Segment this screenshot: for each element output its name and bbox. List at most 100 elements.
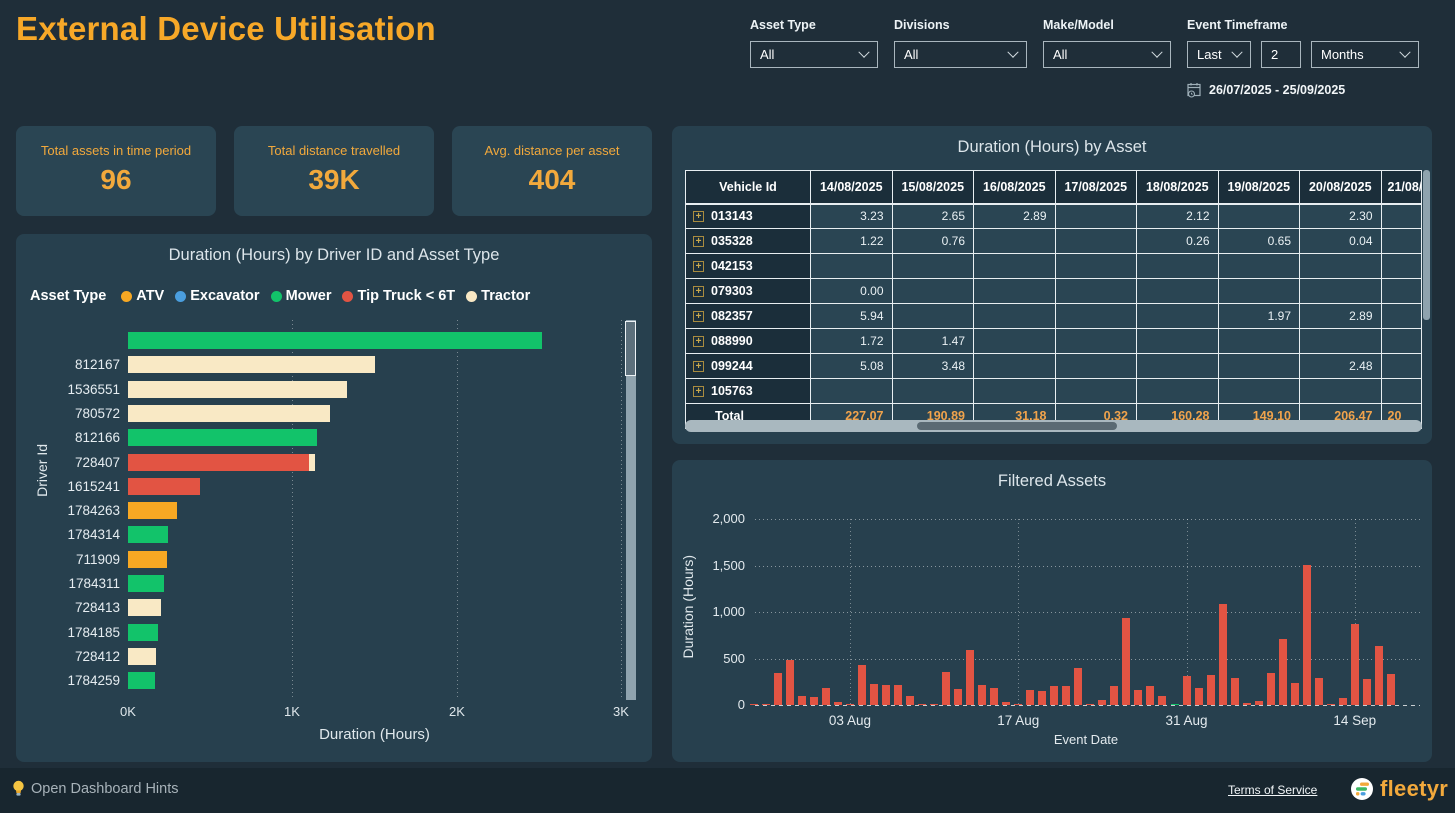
driver-bar-728413[interactable] [128, 599, 161, 616]
event-bar[interactable] [942, 672, 950, 705]
event-bar[interactable] [1062, 686, 1070, 705]
expand-row-icon[interactable]: + [693, 386, 704, 397]
column-header-18-08-2025[interactable]: 18/08/2025 [1137, 171, 1219, 204]
event-bar[interactable] [906, 696, 914, 705]
event-bar[interactable] [1255, 701, 1263, 705]
event-bar[interactable] [1387, 674, 1395, 705]
event-bar[interactable] [1183, 676, 1191, 705]
kpi-avg-distance[interactable]: Avg. distance per asset 404 [452, 126, 652, 216]
event-bar[interactable] [1231, 678, 1239, 705]
driver-chart-scrollbar[interactable] [626, 320, 636, 700]
event-bar[interactable] [1243, 703, 1251, 705]
brand-logo[interactable]: fleetyr [1350, 776, 1448, 802]
table-row-042153[interactable]: +042153 [686, 254, 1422, 279]
event-bar[interactable] [774, 673, 782, 705]
divisions-dropdown[interactable]: All [894, 41, 1027, 68]
event-bar[interactable] [1327, 704, 1335, 706]
event-bar[interactable] [1086, 704, 1094, 706]
driver-bar-728412[interactable] [128, 648, 156, 665]
column-header-16-08-2025[interactable]: 16/08/2025 [974, 171, 1056, 204]
column-header-vehicle-id[interactable]: Vehicle Id [686, 171, 811, 204]
table-vscrollbar-thumb[interactable] [1423, 170, 1430, 320]
driver-bar-728407[interactable] [128, 454, 309, 471]
event-bar[interactable] [786, 660, 794, 705]
timeframe-unit-dropdown[interactable]: Months [1311, 41, 1419, 68]
event-bar[interactable] [1098, 700, 1106, 705]
driver-bar-812166[interactable] [128, 429, 317, 446]
event-bar[interactable] [990, 688, 998, 705]
driver-bar-1784259[interactable] [128, 672, 155, 689]
event-bar[interactable] [1279, 639, 1287, 705]
event-bar[interactable] [1375, 646, 1383, 705]
event-bar[interactable] [954, 689, 962, 705]
driver-bar-1536551[interactable] [128, 381, 347, 398]
column-header-14-08-2025[interactable]: 14/08/2025 [811, 171, 893, 204]
column-header-17-08-2025[interactable]: 17/08/2025 [1055, 171, 1137, 204]
event-bar[interactable] [1171, 704, 1179, 706]
timeframe-mode-dropdown[interactable]: Last [1187, 41, 1251, 68]
table-hscrollbar-thumb[interactable] [917, 422, 1117, 430]
event-bar[interactable] [1339, 698, 1347, 705]
driver-bar-1784311[interactable] [128, 575, 164, 592]
event-bar[interactable] [798, 696, 806, 705]
table-row-013143[interactable]: +0131433.232.652.892.122.30 [686, 204, 1422, 229]
expand-row-icon[interactable]: + [693, 311, 704, 322]
terms-of-service-link[interactable]: Terms of Service [1228, 783, 1317, 797]
event-bar[interactable] [1207, 675, 1215, 705]
event-bar[interactable] [870, 684, 878, 705]
expand-row-icon[interactable]: + [693, 211, 704, 222]
expand-row-icon[interactable]: + [693, 261, 704, 272]
event-bar[interactable] [1219, 604, 1227, 705]
driver-bar-blank[interactable] [128, 332, 542, 349]
event-bar[interactable] [1026, 690, 1034, 705]
driver-bar-812167[interactable] [128, 356, 375, 373]
event-bar[interactable] [1110, 686, 1118, 705]
open-dashboard-hints-button[interactable]: Open Dashboard Hints [12, 780, 179, 797]
event-bar[interactable] [1303, 565, 1311, 705]
table-row-082357[interactable]: +0823575.941.972.89 [686, 304, 1422, 329]
event-bar[interactable] [966, 650, 974, 705]
column-header-21-08-2025[interactable]: 21/08/2025 [1381, 171, 1421, 204]
event-bar[interactable] [1363, 679, 1371, 705]
driver-bar-1784314[interactable] [128, 526, 168, 543]
event-bar[interactable] [858, 665, 866, 705]
event-bar[interactable] [930, 704, 938, 706]
table-row-035328[interactable]: +0353281.220.760.260.650.04 [686, 229, 1422, 254]
event-bar[interactable] [1014, 704, 1022, 706]
event-bar[interactable] [1315, 678, 1323, 705]
event-bar[interactable] [1267, 673, 1275, 705]
event-bar[interactable] [762, 704, 770, 706]
expand-row-icon[interactable]: + [693, 236, 704, 247]
driver-bar-780572[interactable] [128, 405, 330, 422]
driver-bar-728407[interactable] [309, 454, 315, 471]
expand-row-icon[interactable]: + [693, 336, 704, 347]
kpi-total-distance[interactable]: Total distance travelled 39K [234, 126, 434, 216]
table-row-079303[interactable]: +0793030.00 [686, 279, 1422, 304]
event-bar[interactable] [1134, 690, 1142, 705]
event-bar[interactable] [1050, 686, 1058, 705]
expand-row-icon[interactable]: + [693, 286, 704, 297]
table-row-105763[interactable]: +105763 [686, 379, 1422, 404]
column-header-19-08-2025[interactable]: 19/08/2025 [1218, 171, 1300, 204]
driver-bar-711909[interactable] [128, 551, 167, 568]
event-bar[interactable] [1351, 624, 1359, 705]
column-header-15-08-2025[interactable]: 15/08/2025 [892, 171, 974, 204]
table-row-099244[interactable]: +0992445.083.482.48 [686, 354, 1422, 379]
kpi-total-assets[interactable]: Total assets in time period 96 [16, 126, 216, 216]
event-bar[interactable] [978, 685, 986, 705]
event-bar[interactable] [1122, 618, 1130, 705]
driver-chart-scrollbar-thumb[interactable] [625, 321, 636, 376]
event-bar[interactable] [1158, 696, 1166, 705]
event-bar[interactable] [810, 697, 818, 705]
expand-row-icon[interactable]: + [693, 361, 704, 372]
event-bar[interactable] [750, 704, 758, 706]
event-bar[interactable] [882, 685, 890, 705]
driver-bar-1615241[interactable] [128, 478, 200, 495]
driver-bar-1784185[interactable] [128, 624, 158, 641]
asset-type-dropdown[interactable]: All [750, 41, 878, 68]
event-bar[interactable] [1146, 686, 1154, 705]
table-row-088990[interactable]: +0889901.721.47 [686, 329, 1422, 354]
column-header-20-08-2025[interactable]: 20/08/2025 [1300, 171, 1382, 204]
event-bar[interactable] [1074, 668, 1082, 705]
event-bar[interactable] [1002, 702, 1010, 705]
